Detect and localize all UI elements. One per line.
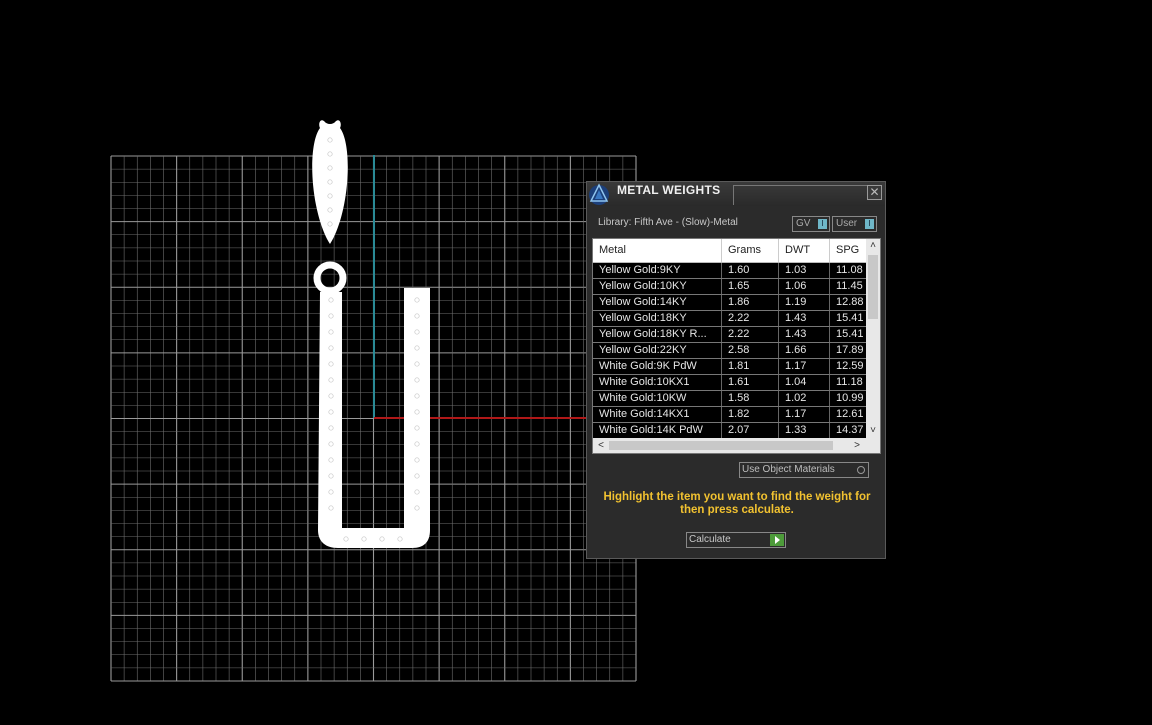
table-cell: 1.82 — [722, 407, 779, 422]
table-row[interactable]: Yellow Gold:14KY 1.86 1.19 12.88 — [593, 295, 873, 311]
column-header-metal[interactable]: Metal — [593, 239, 722, 262]
table-cell: 1.33 — [779, 423, 830, 438]
gv-toggle[interactable]: GV I — [792, 216, 830, 232]
scroll-down-icon[interactable]: ˅ — [866, 424, 880, 438]
table-row[interactable]: White Gold:10KW 1.58 1.02 10.99 — [593, 391, 873, 407]
table-cell: Yellow Gold:18KY — [593, 311, 722, 326]
table-row[interactable]: Yellow Gold:9KY 1.60 1.03 11.08 — [593, 263, 873, 279]
table-cell: Yellow Gold:18KY R... — [593, 327, 722, 342]
table-cell: 1.81 — [722, 359, 779, 374]
table-cell: 1.03 — [779, 263, 830, 278]
table-body: Yellow Gold:9KY 1.60 1.03 11.08 Yellow Gold:… — [593, 263, 873, 439]
metal-table[interactable]: Metal Grams DWT SPG Yellow Gold:9KY 1.60 1… — [592, 238, 881, 454]
table-cell: 1.86 — [722, 295, 779, 310]
table-cell: 1.17 — [779, 407, 830, 422]
scroll-up-icon[interactable]: ˄ — [866, 239, 880, 253]
scroll-left-icon[interactable]: < — [595, 438, 607, 453]
user-toggle[interactable]: User I — [832, 216, 877, 232]
table-cell: White Gold:14K PdW — [593, 423, 722, 438]
table-row[interactable]: Yellow Gold:10KY 1.65 1.06 11.45 — [593, 279, 873, 295]
instruction-text: Highlight the item you want to find the … — [603, 491, 871, 516]
table-cell: White Gold:9K PdW — [593, 359, 722, 374]
table-cell: 1.58 — [722, 391, 779, 406]
table-cell: 1.19 — [779, 295, 830, 310]
table-row[interactable]: White Gold:14K PdW 2.07 1.33 14.37 — [593, 423, 873, 439]
table-cell: Yellow Gold:22KY — [593, 343, 722, 358]
table-cell: 1.43 — [779, 327, 830, 342]
use-object-materials-toggle[interactable]: Use Object Materials — [739, 462, 869, 478]
scroll-right-icon[interactable]: > — [851, 438, 863, 453]
table-cell: 1.65 — [722, 279, 779, 294]
table-cell: 1.43 — [779, 311, 830, 326]
title-divider — [733, 185, 734, 205]
table-cell: Yellow Gold:9KY — [593, 263, 722, 278]
table-cell: White Gold:14KX1 — [593, 407, 722, 422]
table-cell: 1.60 — [722, 263, 779, 278]
table-row[interactable]: White Gold:9K PdW 1.81 1.17 12.59 — [593, 359, 873, 375]
table-row[interactable]: Yellow Gold:18KY 2.22 1.43 15.41 — [593, 311, 873, 327]
panel-title: METAL WEIGHTS — [617, 183, 721, 197]
table-cell: White Gold:10KX1 — [593, 375, 722, 390]
table-cell: Yellow Gold:14KY — [593, 295, 722, 310]
table-row[interactable]: White Gold:14KX1 1.82 1.17 12.61 — [593, 407, 873, 423]
table-cell: 1.61 — [722, 375, 779, 390]
gv-toggle-label: GV — [796, 218, 811, 229]
user-toggle-label: User — [836, 218, 858, 229]
use-object-materials-label: Use Object Materials — [742, 464, 835, 475]
calculate-label: Calculate — [689, 534, 731, 545]
table-row[interactable]: White Gold:10KX1 1.61 1.04 11.18 — [593, 375, 873, 391]
user-toggle-indicator: I — [865, 219, 874, 229]
gv-toggle-indicator: I — [818, 219, 827, 229]
vertical-scrollbar[interactable]: ˄ ˅ — [866, 239, 880, 438]
table-header: Metal Grams DWT SPG — [593, 239, 873, 263]
table-row[interactable]: Yellow Gold:22KY 2.58 1.66 17.89 — [593, 343, 873, 359]
calculate-button[interactable]: Calculate — [686, 532, 786, 548]
table-cell: 1.17 — [779, 359, 830, 374]
play-arrow-icon — [770, 534, 784, 546]
horizontal-scrollbar[interactable]: < > — [593, 438, 880, 453]
table-cell: 1.66 — [779, 343, 830, 358]
radio-icon[interactable] — [857, 466, 865, 474]
table-cell: 2.07 — [722, 423, 779, 438]
column-header-grams[interactable]: Grams — [722, 239, 779, 262]
app-logo-icon — [589, 183, 609, 205]
table-cell: 1.02 — [779, 391, 830, 406]
vertical-scroll-thumb[interactable] — [868, 255, 878, 319]
table-cell: 1.06 — [779, 279, 830, 294]
table-cell: 2.58 — [722, 343, 779, 358]
table-cell: 2.22 — [722, 327, 779, 342]
column-header-dwt[interactable]: DWT — [779, 239, 830, 262]
table-cell: 1.04 — [779, 375, 830, 390]
metal-weights-panel: METAL WEIGHTS ✕ Library: Fifth Ave - (Sl… — [586, 181, 886, 559]
3d-viewport[interactable] — [0, 0, 1152, 725]
table-cell: Yellow Gold:10KY — [593, 279, 722, 294]
table-cell: 2.22 — [722, 311, 779, 326]
table-cell: White Gold:10KW — [593, 391, 722, 406]
panel-titlebar[interactable]: METAL WEIGHTS ✕ — [587, 182, 885, 206]
table-row[interactable]: Yellow Gold:18KY R... 2.22 1.43 15.41 — [593, 327, 873, 343]
horizontal-scroll-thumb[interactable] — [609, 441, 833, 450]
library-label: Library: Fifth Ave - (Slow)-Metal — [598, 217, 738, 228]
title-underline — [733, 185, 873, 186]
close-button[interactable]: ✕ — [867, 185, 882, 200]
